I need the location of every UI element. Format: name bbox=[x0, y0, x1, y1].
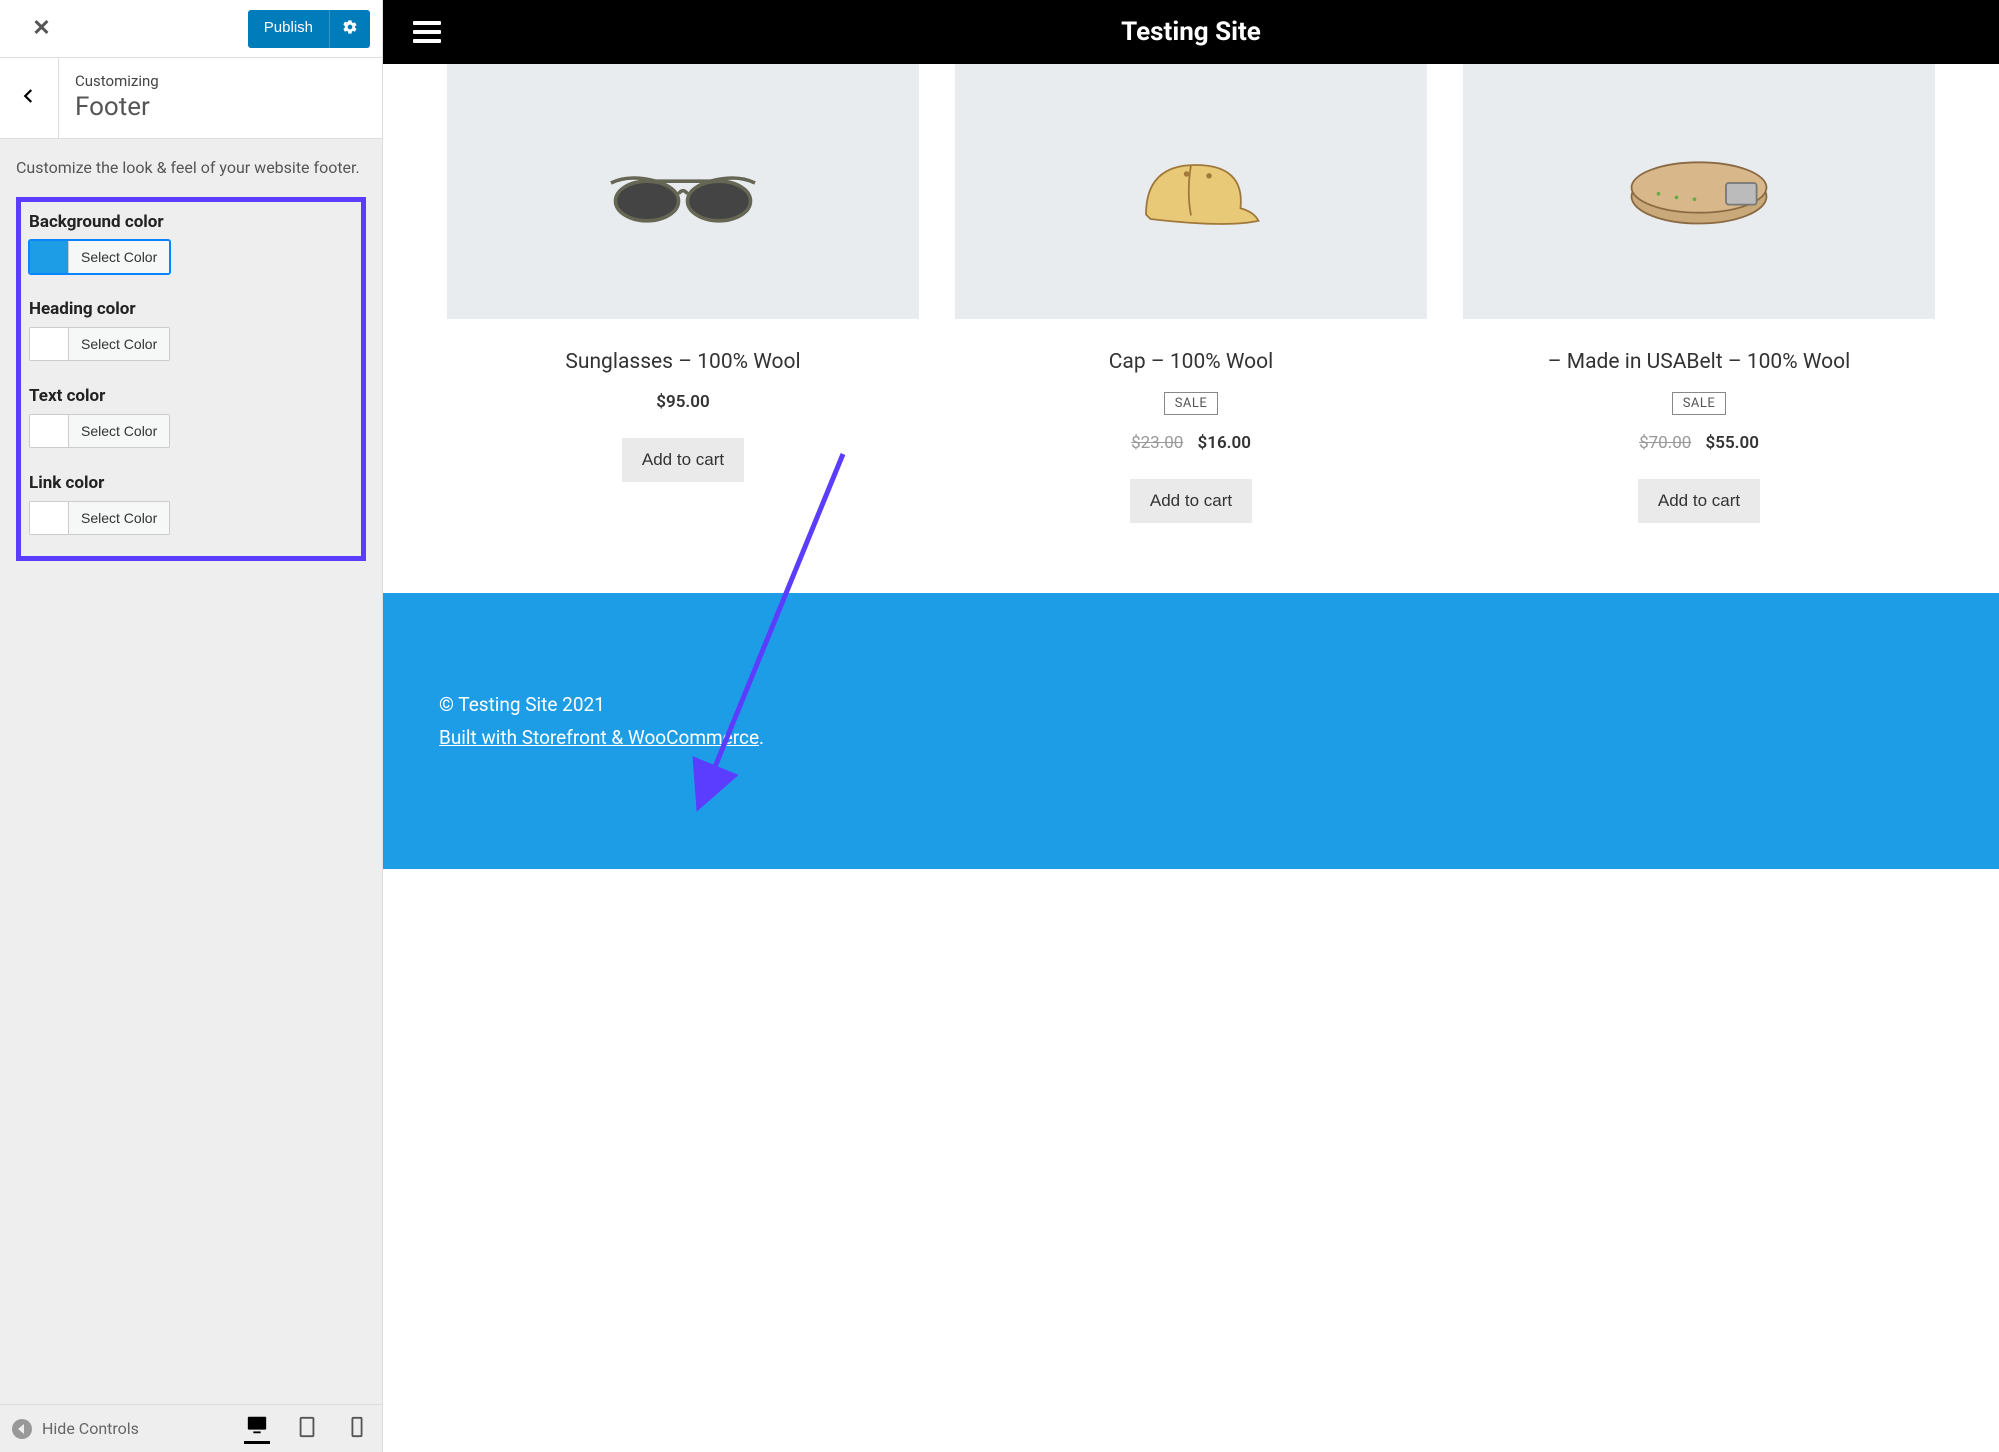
footer-copyright: © Testing Site 2021 bbox=[439, 693, 1943, 716]
back-button[interactable] bbox=[0, 58, 59, 138]
color-swatch bbox=[30, 415, 68, 447]
sale-badge: SALE bbox=[1672, 392, 1727, 415]
add-to-cart-button[interactable]: Add to cart bbox=[622, 438, 744, 482]
site-preview: Testing Site Sunglasses – 100% Wool $95.… bbox=[383, 0, 1999, 1452]
color-picker-link[interactable]: Select Color bbox=[29, 501, 170, 535]
select-color-button[interactable]: Select Color bbox=[68, 415, 169, 447]
control-label: Text color bbox=[29, 386, 353, 406]
product-image[interactable] bbox=[447, 64, 919, 319]
hide-controls-button[interactable]: Hide Controls bbox=[12, 1419, 139, 1439]
gear-icon bbox=[342, 19, 358, 39]
device-mobile-button[interactable] bbox=[344, 1414, 370, 1444]
color-picker-text[interactable]: Select Color bbox=[29, 414, 170, 448]
publish-button[interactable]: Publish bbox=[248, 10, 370, 48]
product-card: Cap – 100% Wool SALE $23.00 $16.00 Add t… bbox=[955, 64, 1427, 523]
menu-button[interactable] bbox=[413, 21, 441, 43]
publish-settings-button[interactable] bbox=[329, 10, 370, 48]
sidebar-top-bar: ✕ Publish bbox=[0, 0, 382, 58]
color-swatch bbox=[30, 502, 68, 534]
product-card: Sunglasses – 100% Wool $95.00 Add to car… bbox=[447, 64, 919, 523]
sale-badge: SALE bbox=[1164, 392, 1219, 415]
section-description: Customize the look & feel of your websit… bbox=[16, 157, 366, 179]
preview-header: Testing Site bbox=[383, 0, 1999, 64]
product-price: $70.00 $55.00 bbox=[1463, 433, 1935, 453]
control-link-color: Link color Select Color bbox=[29, 473, 353, 538]
add-to-cart-button[interactable]: Add to cart bbox=[1638, 479, 1760, 523]
mobile-icon bbox=[346, 1416, 368, 1442]
desktop-icon bbox=[246, 1414, 268, 1440]
color-picker-background[interactable]: Select Color bbox=[29, 240, 170, 274]
product-image[interactable] bbox=[955, 64, 1427, 319]
product-price: $23.00 $16.00 bbox=[955, 433, 1427, 453]
control-text-color: Text color Select Color bbox=[29, 386, 353, 451]
footer-color-controls: Background color Select Color Heading co… bbox=[16, 197, 366, 561]
control-label: Link color bbox=[29, 473, 353, 493]
product-price: $95.00 bbox=[447, 392, 919, 412]
select-color-button[interactable]: Select Color bbox=[68, 328, 169, 360]
hide-controls-label: Hide Controls bbox=[42, 1419, 139, 1438]
collapse-icon bbox=[12, 1419, 32, 1439]
product-title[interactable]: Cap – 100% Wool bbox=[955, 349, 1427, 376]
select-color-button[interactable]: Select Color bbox=[68, 241, 169, 273]
control-label: Heading color bbox=[29, 299, 353, 319]
color-picker-heading[interactable]: Select Color bbox=[29, 327, 170, 361]
chevron-left-icon bbox=[20, 87, 38, 109]
preview-footer: © Testing Site 2021 Built with Storefron… bbox=[383, 593, 1999, 869]
product-title[interactable]: Sunglasses – 100% Wool bbox=[447, 349, 919, 376]
publish-label: Publish bbox=[248, 10, 329, 48]
cap-icon bbox=[1101, 127, 1281, 257]
site-title[interactable]: Testing Site bbox=[1121, 17, 1261, 47]
device-preview-buttons bbox=[244, 1414, 370, 1444]
select-color-button[interactable]: Select Color bbox=[68, 502, 169, 534]
breadcrumb: Customizing bbox=[75, 72, 366, 90]
footer-built-link[interactable]: Built with Storefront & WooCommerce bbox=[439, 726, 759, 749]
section-title: Footer bbox=[75, 92, 366, 122]
device-desktop-button[interactable] bbox=[244, 1414, 270, 1444]
close-icon[interactable]: ✕ bbox=[22, 10, 60, 47]
product-title[interactable]: – Made in USABelt – 100% Wool bbox=[1463, 349, 1935, 376]
footer-built-with: Built with Storefront & WooCommerce. bbox=[439, 726, 1943, 749]
control-heading-color: Heading color Select Color bbox=[29, 299, 353, 364]
belt-icon bbox=[1609, 127, 1789, 257]
preview-body: Sunglasses – 100% Wool $95.00 Add to car… bbox=[383, 64, 1999, 1452]
sidebar-bottom-bar: Hide Controls bbox=[0, 1404, 382, 1452]
add-to-cart-button[interactable]: Add to cart bbox=[1130, 479, 1252, 523]
color-swatch bbox=[30, 241, 68, 273]
control-label: Background color bbox=[29, 212, 353, 232]
device-tablet-button[interactable] bbox=[294, 1414, 320, 1444]
sidebar-section-header: Customizing Footer bbox=[0, 58, 382, 139]
product-grid: Sunglasses – 100% Wool $95.00 Add to car… bbox=[383, 64, 1999, 593]
product-card: – Made in USABelt – 100% Wool SALE $70.0… bbox=[1463, 64, 1935, 523]
color-swatch bbox=[30, 328, 68, 360]
customizer-sidebar: ✕ Publish Customizing Footer Customiz bbox=[0, 0, 383, 1452]
tablet-icon bbox=[296, 1416, 318, 1442]
sidebar-body: Customize the look & feel of your websit… bbox=[0, 139, 382, 1404]
control-background-color: Background color Select Color bbox=[29, 212, 353, 277]
sunglasses-icon bbox=[593, 127, 773, 257]
product-image[interactable] bbox=[1463, 64, 1935, 319]
